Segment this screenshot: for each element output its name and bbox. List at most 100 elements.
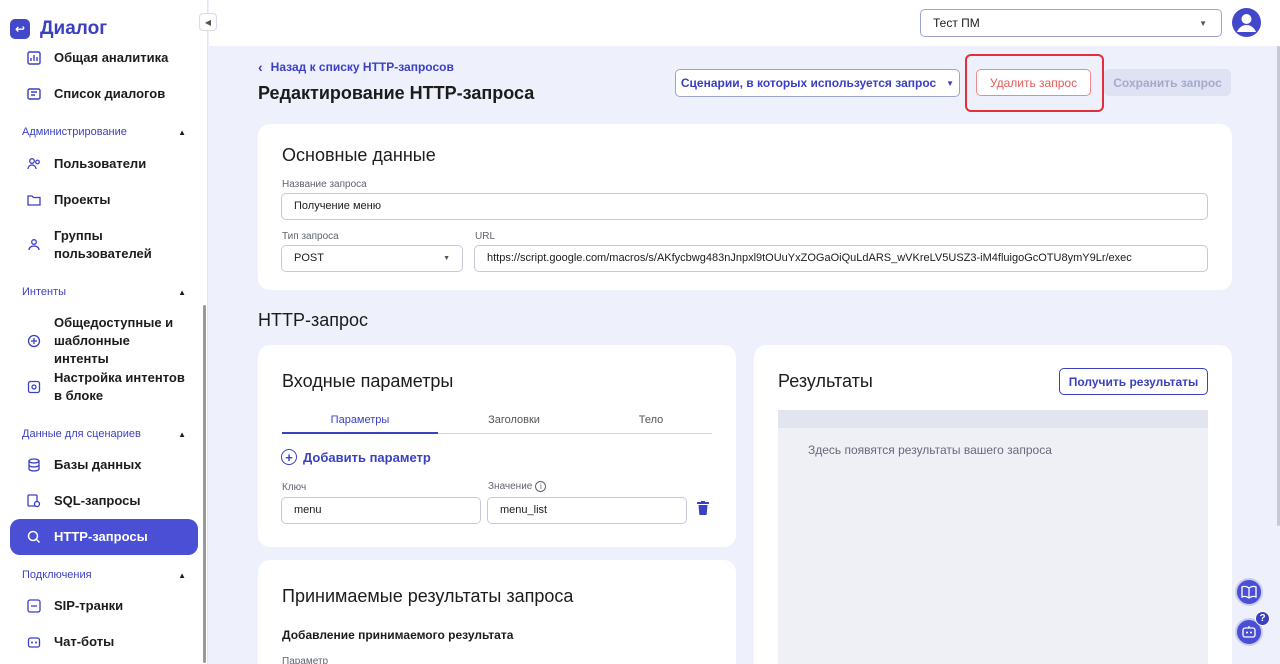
project-select[interactable]: Тест ПМ ▼ — [920, 9, 1222, 37]
value-label-wrap: Значение i — [488, 481, 547, 492]
robot-icon — [1242, 626, 1256, 638]
sidebar-item-projects[interactable]: Проекты — [10, 191, 198, 209]
caret-up-icon: ▲ — [178, 570, 186, 580]
tab-parameters[interactable]: Параметры — [282, 414, 438, 426]
param-value-input[interactable]: menu_list — [487, 497, 687, 524]
section-scenario-data[interactable]: Данные для сценариев ▲ — [22, 428, 192, 440]
sidebar-item-users[interactable]: Пользователи — [10, 155, 198, 173]
user-icon — [1237, 14, 1256, 32]
chatbot-icon — [26, 634, 42, 650]
dialogs-icon — [26, 86, 42, 102]
active-tab-indicator — [282, 432, 438, 434]
back-link[interactable]: ‹ Назад к списку HTTP-запросов — [258, 59, 454, 75]
collapse-sidebar-button[interactable]: ◀ — [199, 13, 217, 31]
sidebar-item-label: Настройка интентов в блоке — [54, 370, 185, 403]
sidebar-item-chatbots[interactable]: Чат-боты — [10, 633, 198, 651]
sidebar-item-label: Общая аналитика — [54, 50, 169, 65]
section-connections[interactable]: Подключения ▲ — [22, 569, 192, 581]
sidebar-item-databases[interactable]: Базы данных — [10, 456, 198, 474]
http-search-icon — [26, 529, 42, 545]
tab-headers[interactable]: Заголовки — [438, 414, 590, 426]
plus-circle-icon: + — [281, 449, 297, 465]
chevron-down-icon: ▼ — [1199, 19, 1207, 28]
info-icon[interactable]: i — [535, 481, 547, 492]
settings-block-icon — [26, 379, 42, 395]
app-name: Диалог — [40, 18, 108, 39]
app-logo[interactable]: ↩ Диалог — [10, 18, 107, 40]
http-section-heading: HTTP-запрос — [258, 310, 369, 330]
logo-icon: ↩ — [10, 19, 30, 39]
key-label: Ключ — [282, 482, 307, 493]
url-input[interactable]: https://script.google.com/macros/s/AKfyc… — [474, 245, 1208, 272]
sidebar-item-label: Группы пользователей — [54, 228, 152, 261]
chevron-down-icon: ▼ — [946, 78, 955, 88]
results-placeholder: Здесь появятся результаты вашего запроса — [808, 443, 1052, 457]
results-area: Здесь появятся результаты вашего запроса — [778, 410, 1208, 664]
input-params-tabs: Параметры Заголовки Тело — [282, 412, 712, 434]
url-label: URL — [475, 231, 496, 242]
request-type-label: Тип запроса — [282, 231, 339, 242]
sidebar-item-http[interactable]: HTTP-запросы — [10, 519, 198, 555]
page-title: Редактирование HTTP-запроса — [258, 83, 535, 103]
section-intents[interactable]: Интенты ▲ — [22, 286, 192, 298]
basic-data-title: Основные данные — [282, 145, 436, 165]
param-label: Параметр — [282, 656, 329, 664]
sidebar-item-label: SQL-запросы — [54, 493, 141, 508]
group-icon — [26, 237, 42, 253]
chart-icon — [26, 50, 42, 66]
sidebar-item-intent-settings[interactable]: Настройка интентов в блоке — [10, 369, 198, 405]
users-icon — [26, 156, 42, 172]
chevron-down-icon: ▼ — [443, 255, 450, 262]
sidebar-item-label: Базы данных — [54, 457, 142, 472]
trash-icon[interactable] — [697, 501, 709, 515]
project-select-value: Тест ПМ — [933, 16, 980, 30]
param-key-input[interactable]: menu — [281, 497, 481, 524]
section-title-text: Администрирование — [22, 126, 127, 138]
caret-up-icon: ▲ — [178, 429, 186, 439]
results-title: Результаты — [778, 371, 873, 391]
add-parameter-button[interactable]: + Добавить параметр — [281, 449, 431, 465]
chevron-left-icon: ‹ — [258, 59, 263, 75]
tab-body[interactable]: Тело — [590, 414, 712, 426]
back-link-text: Назад к списку HTTP-запросов — [270, 60, 454, 74]
request-name-input[interactable]: Получение меню — [281, 193, 1208, 220]
sidebar-item-user-groups[interactable]: Группы пользователей — [10, 227, 198, 263]
accepted-results-card — [258, 560, 736, 664]
chevron-left-icon: ◀ — [204, 17, 212, 27]
section-title-text: Подключения — [22, 569, 92, 581]
sidebar-item-label: HTTP-запросы — [54, 529, 148, 544]
sidebar-item-sip[interactable]: SIP-транки — [10, 597, 198, 615]
caret-up-icon: ▲ — [178, 287, 186, 297]
request-name-label: Название запроса — [282, 179, 367, 190]
sidebar-item-label: Пользователи — [54, 156, 147, 171]
delete-button[interactable]: Удалить запрос — [976, 69, 1091, 96]
sidebar-item-public-intents[interactable]: Общедоступные и шаблонные интенты — [10, 314, 198, 368]
request-type-select[interactable]: POST ▼ — [281, 245, 463, 272]
docs-button[interactable] — [1235, 578, 1263, 606]
sidebar-item-label: Общедоступные и шаблонные интенты — [54, 315, 174, 366]
database-icon — [26, 457, 42, 473]
sidebar-item-label: Чат-боты — [54, 634, 115, 649]
sidebar-item-analytics[interactable]: Общая аналитика — [10, 49, 198, 67]
get-results-button[interactable]: Получить результаты — [1059, 368, 1208, 395]
section-administration[interactable]: Администрирование ▲ — [22, 126, 192, 138]
add-parameter-label: Добавить параметр — [303, 449, 431, 465]
sidebar-item-sql[interactable]: SQL-запросы — [10, 492, 198, 510]
sip-icon — [26, 598, 42, 614]
help-question-icon[interactable]: ? — [1255, 611, 1270, 626]
add-accepted-result-heading: Добавление принимаемого результата — [282, 628, 514, 642]
accepted-results-title: Принимаемые результаты запроса — [282, 586, 574, 606]
section-title-text: Интенты — [22, 286, 67, 298]
sidebar-item-dialogs[interactable]: Список диалогов — [10, 85, 198, 103]
folder-icon — [26, 192, 42, 208]
sql-search-icon — [26, 493, 42, 509]
save-button[interactable]: Сохранить запрос — [1104, 69, 1231, 96]
scenarios-dropdown-button[interactable]: Сценарии, в которых используется запрос … — [675, 69, 960, 97]
topbar: Тест ПМ ▼ — [209, 0, 1280, 46]
section-title-text: Данные для сценариев — [22, 428, 141, 440]
results-area-header — [778, 410, 1208, 428]
sidebar-scrollbar[interactable] — [203, 305, 206, 663]
avatar[interactable] — [1232, 8, 1261, 37]
request-type-value: POST — [294, 252, 324, 264]
sidebar-item-label: SIP-транки — [54, 598, 124, 613]
